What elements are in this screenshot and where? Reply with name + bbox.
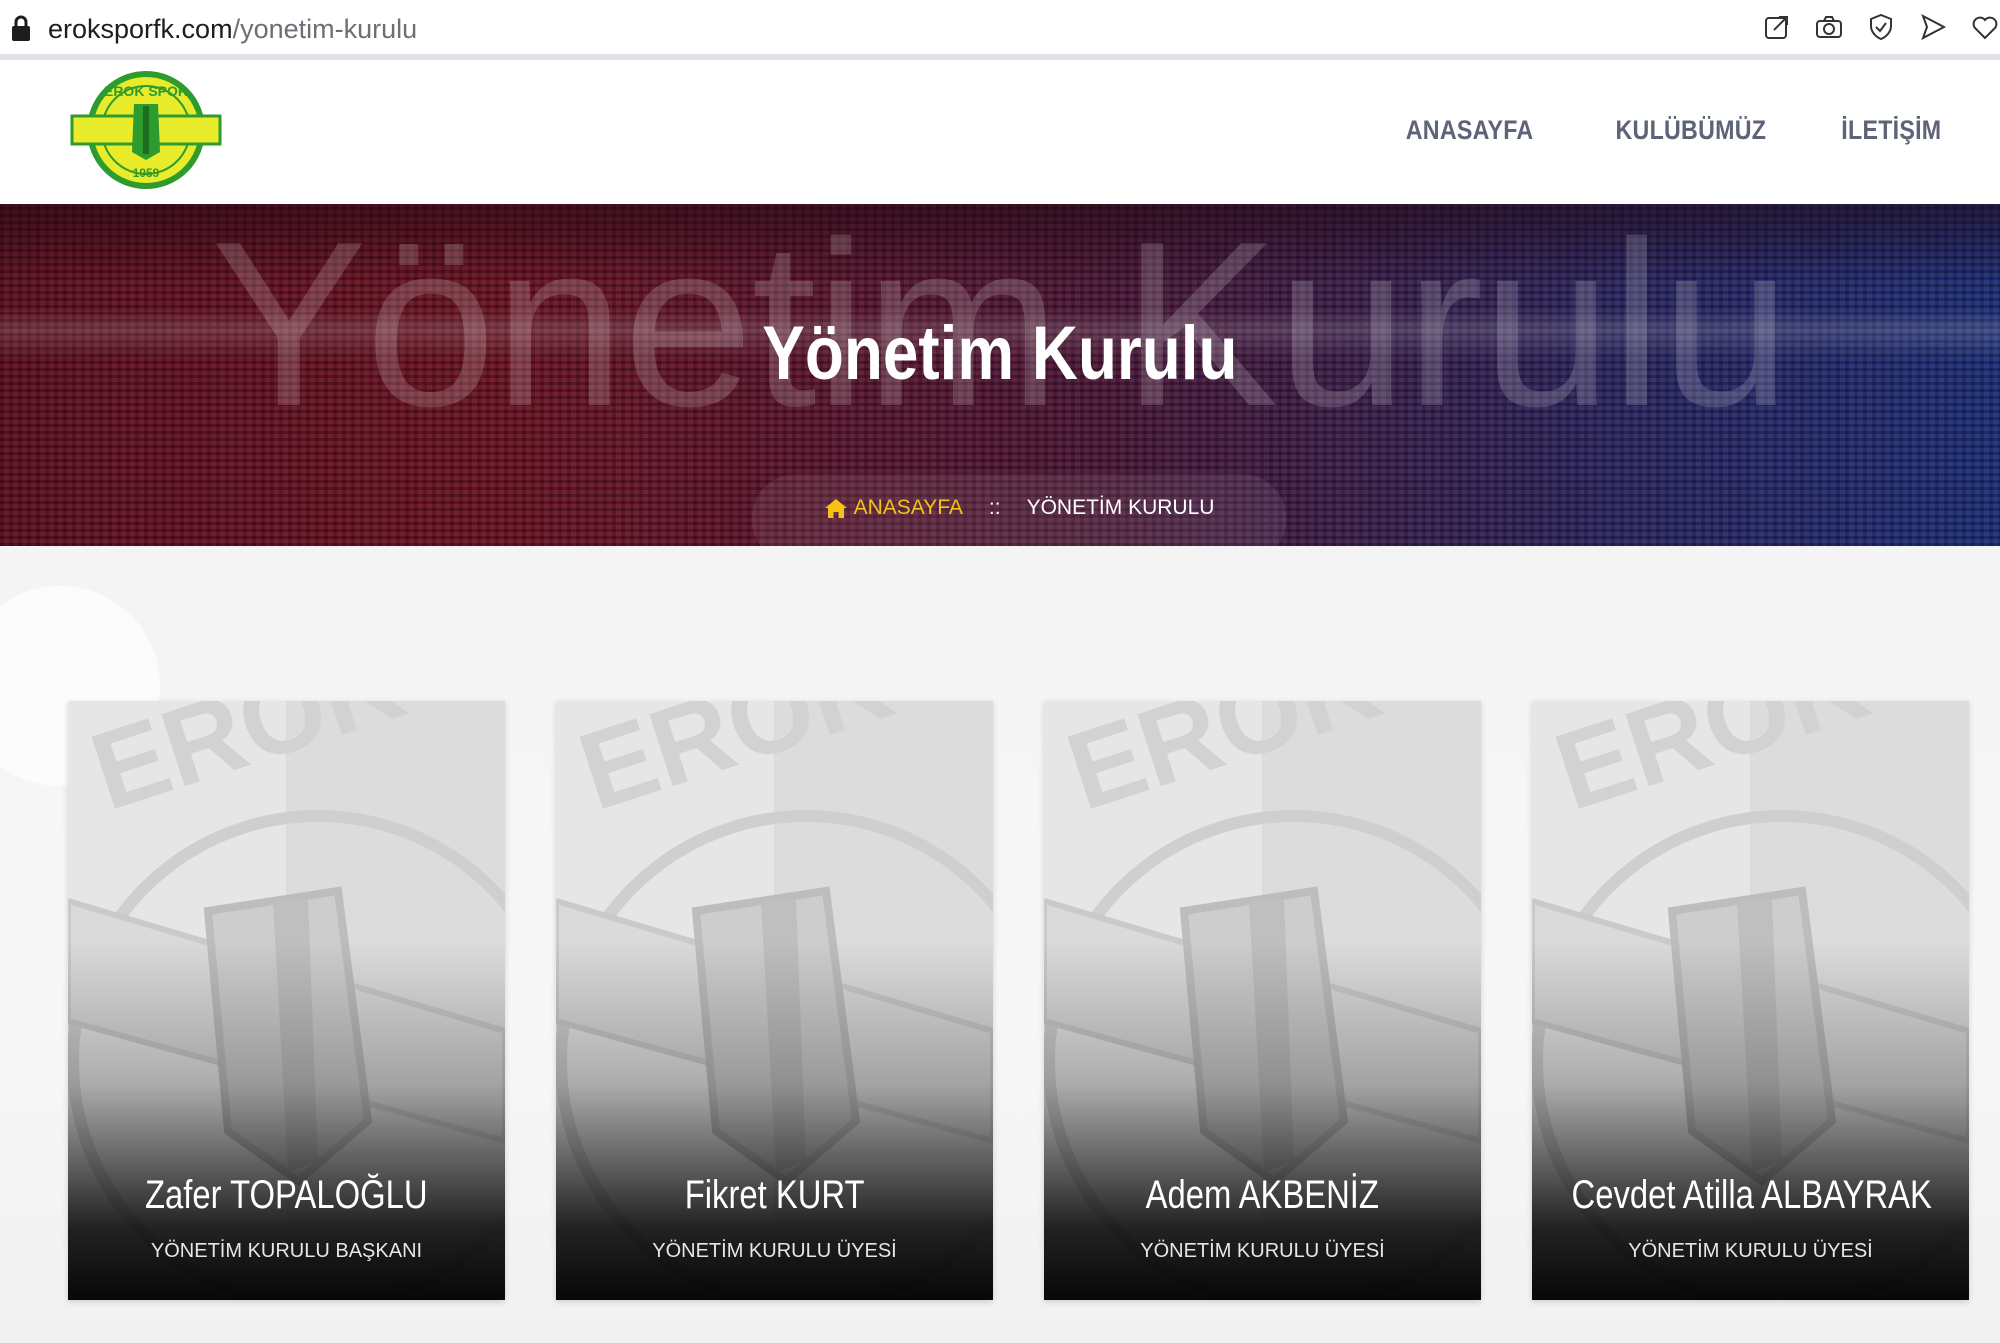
member-name: Zafer TOPALOĞLU (68, 1171, 505, 1219)
club-logo[interactable]: EROK SPOR 1959 (70, 70, 222, 190)
breadcrumb-home-label: ANASAYFA (853, 496, 963, 519)
breadcrumb-separator: :: (988, 496, 1001, 519)
nav-item-iletisim[interactable]: İLETİŞİM (1841, 102, 1941, 158)
shield-icon[interactable] (1866, 12, 1896, 42)
member-card[interactable]: EROK SP Adem AKBENİZ YÖNETİM KURULU ÜYES… (1044, 701, 1481, 1300)
heart-icon[interactable] (1970, 12, 2000, 42)
page-title: Yönetim Kurulu (0, 304, 2000, 404)
breadcrumb: ANASAYFA :: YÖNETİM KURULU (752, 474, 1286, 546)
lock-icon (12, 15, 30, 41)
breadcrumb-row: ANASAYFA :: YÖNETİM KURULU (752, 496, 1286, 520)
member-card[interactable]: EROK SP Cevdet Atilla ALBAYRAK YÖNETİM K… (1532, 701, 1969, 1300)
page-hero: Yönetim Kurulu Yönetim Kurulu ANASAYFA :… (0, 204, 2000, 546)
member-name: Fikret KURT (556, 1171, 993, 1219)
main-nav: ANASAYFA KULÜBÜMÜZ İLETİŞİM (1385, 102, 1941, 158)
logo-text: EROK SPOR (104, 83, 188, 99)
site-header: EROK SPOR 1959 ANASAYFA KULÜBÜMÜZ İLETİŞ… (0, 66, 2000, 204)
member-role: YÖNETİM KURULU BAŞKANI (150, 1240, 423, 1262)
member-role: YÖNETİM KURULU ÜYESİ (1628, 1240, 1873, 1262)
member-role: YÖNETİM KURULU ÜYESİ (1140, 1240, 1385, 1262)
member-name-text: Zafer TOPALOĞLU (145, 1173, 428, 1217)
browser-address-bar: eroksporfk.com/yonetim-kurulu (0, 0, 2000, 60)
member-name: Adem AKBENİZ (1044, 1171, 1481, 1219)
member-role: YÖNETİM KURULU ÜYESİ (652, 1240, 897, 1262)
page-title-text: Yönetim Kurulu (762, 311, 1238, 396)
members-section: EROK SP Zafer TOPALOĞLU YÖNETİM KURULU B… (0, 546, 2000, 1343)
url-path: /yonetim-kurulu (232, 14, 418, 44)
member-name-text: Fikret KURT (684, 1173, 865, 1217)
member-name-text: Cevdet Atilla ALBAYRAK (1571, 1173, 1932, 1217)
member-card-grid: EROK SP Zafer TOPALOĞLU YÖNETİM KURULU B… (68, 701, 1969, 1300)
member-card[interactable]: EROK SP Zafer TOPALOĞLU YÖNETİM KURULU B… (68, 701, 505, 1300)
breadcrumb-home[interactable]: ANASAYFA (824, 496, 963, 520)
member-name-text: Adem AKBENİZ (1145, 1173, 1380, 1217)
nav-item-anasayfa[interactable]: ANASAYFA (1406, 102, 1534, 158)
nav-item-kulubumuz[interactable]: KULÜBÜMÜZ (1616, 102, 1767, 158)
camera-icon[interactable] (1814, 12, 1844, 42)
member-name: Cevdet Atilla ALBAYRAK (1532, 1171, 1969, 1219)
home-icon (824, 499, 847, 518)
url-field[interactable]: eroksporfk.com/yonetim-kurulu (48, 12, 417, 46)
share-icon[interactable] (1762, 12, 1792, 42)
logo-year: 1959 (133, 166, 160, 180)
send-icon[interactable] (1918, 12, 1948, 42)
breadcrumb-current: YÖNETİM KURULU (1026, 496, 1215, 519)
url-domain: eroksporfk.com (48, 14, 233, 44)
member-card[interactable]: EROK SP Fikret KURT YÖNETİM KURULU ÜYESİ (556, 701, 993, 1300)
browser-toolbar (1762, 12, 2000, 46)
